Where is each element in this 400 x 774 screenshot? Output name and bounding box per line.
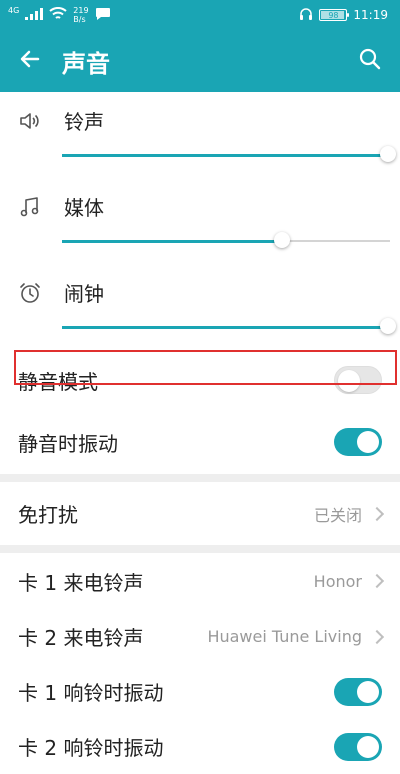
sim2-vibrate-row[interactable]: 卡 2 响铃时振动	[0, 719, 400, 774]
net-speed: 219 B/s	[73, 6, 88, 24]
volume-ringtone-slider[interactable]	[62, 146, 396, 164]
dnd-value-group: 已关闭	[313, 502, 385, 526]
volume-media: 媒体	[0, 178, 400, 264]
dnd-value: 已关闭	[313, 505, 362, 525]
chevron-right-icon	[369, 629, 385, 644]
vibrate-on-silent-toggle[interactable]	[334, 428, 382, 456]
battery-icon: 98	[319, 9, 350, 21]
signal-label: 4G	[8, 6, 20, 15]
message-icon	[95, 7, 111, 24]
silent-mode-row[interactable]: 静音模式	[0, 350, 400, 410]
settings-content: 铃声 媒体 闹钟 静音模式 静音时振动 免打扰 已关闭 卡 1 来电铃声 Hon…	[0, 92, 400, 774]
page-title: 声音	[62, 49, 110, 78]
net-speed-unit: B/s	[73, 15, 86, 24]
volume-alarm-label: 闹钟	[64, 282, 104, 306]
dnd-label: 免打扰	[18, 503, 78, 527]
slider-thumb[interactable]	[273, 232, 290, 248]
arrow-left-icon	[18, 47, 42, 75]
volume-media-row: 媒体	[18, 178, 382, 221]
sim1-vibrate-label: 卡 1 响铃时振动	[18, 681, 164, 705]
net-speed-value: 219	[73, 6, 89, 15]
slider-fill	[62, 326, 390, 329]
section-divider	[0, 474, 400, 482]
music-note-icon	[18, 195, 42, 219]
volume-alarm-row: 闹钟	[18, 264, 382, 307]
sim2-ringtone-value: Huawei Tune Living	[207, 627, 362, 646]
sim2-ringtone-label: 卡 2 来电铃声	[18, 626, 144, 650]
slider-thumb[interactable]	[380, 318, 396, 334]
volume-alarm-slider[interactable]	[62, 318, 396, 336]
toggle-knob	[357, 735, 379, 758]
sim1-ringtone-row[interactable]: 卡 1 来电铃声 Honor	[0, 553, 400, 609]
search-button[interactable]	[340, 30, 400, 92]
toggle-knob	[338, 370, 360, 392]
sim2-vibrate-label: 卡 2 响铃时振动	[18, 736, 164, 760]
volume-ringtone: 铃声	[0, 92, 400, 178]
sim1-ringtone-value-group: Honor	[313, 571, 385, 591]
wifi-icon	[49, 6, 67, 24]
sim1-vibrate-toggle[interactable]	[334, 677, 382, 706]
status-time: 11:19	[353, 8, 388, 22]
slider-fill	[62, 240, 282, 243]
volume-ringtone-label: 铃声	[64, 110, 104, 134]
status-left: 4G 219 B/s	[8, 6, 111, 24]
alarm-clock-icon	[18, 281, 42, 305]
volume-media-label: 媒体	[64, 196, 104, 220]
headphones-icon	[299, 7, 313, 24]
speaker-icon	[18, 109, 42, 133]
sim1-ringtone-label: 卡 1 来电铃声	[18, 570, 144, 595]
toggle-knob	[357, 431, 379, 453]
sim2-ringtone-row[interactable]: 卡 2 来电铃声 Huawei Tune Living	[0, 609, 400, 664]
chevron-right-icon	[369, 573, 385, 589]
dnd-row[interactable]: 免打扰 已关闭	[0, 482, 400, 545]
sim2-ringtone-value-group: Huawei Tune Living	[207, 627, 385, 646]
volume-media-slider[interactable]	[62, 232, 390, 250]
volume-alarm: 闹钟	[0, 264, 400, 350]
silent-mode-label: 静音模式	[18, 369, 98, 394]
signal-icon	[25, 7, 44, 23]
slider-thumb[interactable]	[380, 146, 396, 162]
vibrate-on-silent-label: 静音时振动	[18, 431, 118, 456]
app-bar: 声音	[0, 30, 400, 92]
status-right: 98 11:19	[299, 7, 388, 24]
slider-fill	[62, 154, 390, 157]
battery-level: 98	[328, 10, 339, 20]
toggle-knob	[357, 680, 379, 703]
sim1-ringtone-value: Honor	[313, 571, 362, 591]
volume-ringtone-row: 铃声	[18, 92, 382, 135]
chevron-right-icon	[369, 506, 385, 521]
vibrate-on-silent-row[interactable]: 静音时振动	[0, 410, 400, 474]
back-button[interactable]	[0, 30, 60, 92]
sim2-vibrate-toggle[interactable]	[334, 732, 382, 761]
search-icon	[358, 47, 382, 75]
silent-mode-toggle[interactable]	[334, 366, 382, 394]
section-divider	[0, 545, 400, 553]
sim1-vibrate-row[interactable]: 卡 1 响铃时振动	[0, 664, 400, 719]
status-bar: 4G 219 B/s 98 11:19	[0, 0, 400, 30]
